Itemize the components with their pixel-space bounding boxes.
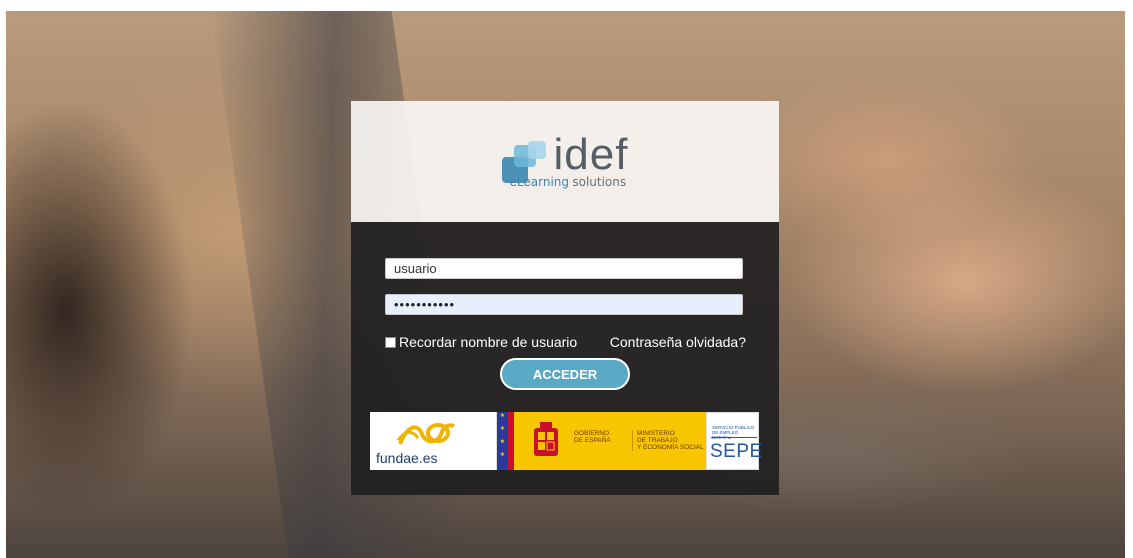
coat-of-arms-icon <box>534 422 558 456</box>
remember-me[interactable]: Recordar nombre de usuario <box>385 334 577 350</box>
brand-tagline-b: solutions <box>572 174 627 189</box>
ministerio-line-1: MINISTERIO <box>637 430 675 437</box>
partner-logos: fundae.es ★ ★ ★ ★ GOBIERNO DE ESPAÑA MIN… <box>370 412 762 470</box>
sepe-subtitle-line-2: DE EMPLEO ESTATAL <box>712 430 739 440</box>
fundae-text: fundae.es <box>376 450 438 466</box>
ministerio-text: MINISTERIO DE TRABAJO Y ECONOMÍA SOCIAL <box>632 430 704 451</box>
sepe-text: SEPE <box>710 441 763 462</box>
gobierno-text: GOBIERNO DE ESPAÑA <box>574 430 611 444</box>
fundae-icon <box>396 423 455 445</box>
brand-name: idef <box>553 129 629 179</box>
ministerio-line-3: Y ECONOMÍA SOCIAL <box>637 444 704 451</box>
username-input[interactable] <box>385 258 743 279</box>
gobierno-logo: GOBIERNO DE ESPAÑA MINISTERIO DE TRABAJO… <box>508 412 706 470</box>
idef-logo-icon <box>501 140 550 189</box>
eu-flag-icon: ★ ★ ★ ★ <box>497 412 508 470</box>
gobierno-line-2: DE ESPAÑA <box>574 437 611 444</box>
ministerio-line-2: DE TRABAJO <box>637 437 678 444</box>
sepe-logo: SERVICIO PÚBLICO DE EMPLEO ESTATAL SEPE <box>706 412 762 470</box>
fundae-logo: fundae.es <box>370 412 497 470</box>
idef-logo: idef eLearning solutions <box>501 129 629 189</box>
logo-header: idef eLearning solutions <box>351 101 779 222</box>
password-input[interactable] <box>385 294 743 315</box>
login-button[interactable]: ACCEDER <box>500 358 630 390</box>
remember-checkbox[interactable] <box>385 336 396 348</box>
gobierno-line-1: GOBIERNO <box>574 430 610 437</box>
forgot-password-link[interactable]: Contraseña olvidada? <box>610 334 746 350</box>
remember-label: Recordar nombre de usuario <box>399 334 578 350</box>
login-form: Recordar nombre de usuario Contraseña ol… <box>351 222 779 495</box>
login-panel: idef eLearning solutions Recordar nombre… <box>351 101 779 495</box>
